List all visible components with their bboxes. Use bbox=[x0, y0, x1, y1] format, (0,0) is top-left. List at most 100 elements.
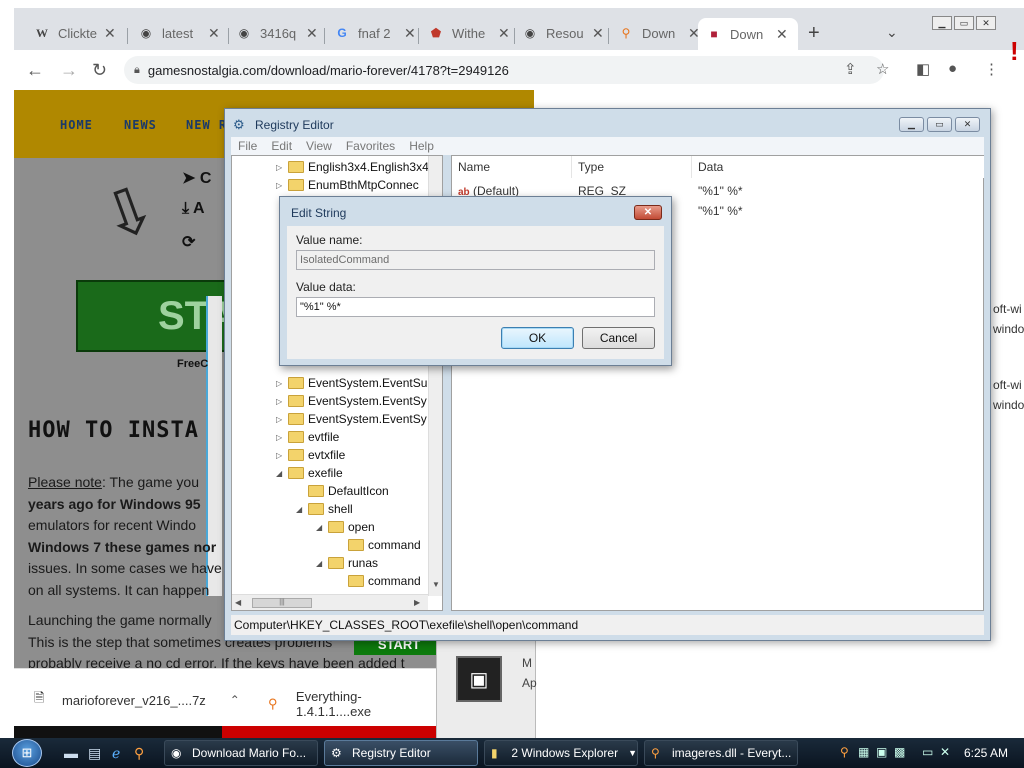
expand-arrow-icon[interactable]: ▷ bbox=[276, 451, 288, 460]
show-desktop-icon[interactable]: ▬ bbox=[64, 745, 78, 761]
tab-search-icon[interactable]: ⌄ bbox=[886, 24, 898, 41]
bookmark-star-icon[interactable]: ☆ bbox=[876, 60, 889, 78]
collapse-arrow-icon[interactable]: ◢ bbox=[316, 559, 328, 568]
monitor-icon[interactable]: ▭ bbox=[922, 745, 933, 759]
taskbar-item-everything[interactable]: ⚲ imageres.dll - Everyt... bbox=[644, 740, 798, 766]
start-orb-icon[interactable]: ⊞ bbox=[12, 739, 42, 767]
scroll-left-arrow-icon[interactable]: ◀ bbox=[235, 598, 241, 607]
menu-help[interactable]: Help bbox=[409, 139, 434, 153]
tree-item[interactable]: ▷ EventSystem.EventSu bbox=[276, 374, 427, 392]
address-bar[interactable]: 🔒︎ gamesnostalgia.com/download/mario-for… bbox=[124, 56, 884, 84]
browser-tab-8[interactable]: ■ Down ✕ bbox=[698, 18, 798, 50]
expand-arrow-icon[interactable]: ▷ bbox=[276, 397, 288, 406]
close-button[interactable]: ✕ bbox=[955, 117, 980, 132]
tree-item[interactable]: command bbox=[336, 536, 421, 554]
profile-avatar-icon[interactable]: ● bbox=[948, 60, 957, 77]
minimize-button[interactable]: ▁ bbox=[932, 16, 952, 30]
tree-item[interactable]: ◢ exefile bbox=[276, 464, 343, 482]
tree-item[interactable]: ◢ runas bbox=[316, 554, 378, 572]
column-header-data[interactable]: Data bbox=[692, 156, 984, 178]
value-data-field[interactable]: "%1" %* bbox=[296, 297, 655, 317]
expand-arrow-icon[interactable]: ▷ bbox=[276, 433, 288, 442]
menu-file[interactable]: File bbox=[238, 139, 257, 153]
chevron-down-icon[interactable]: ▼ bbox=[628, 748, 637, 758]
browser-tab-1[interactable]: W Clickte ✕ bbox=[26, 20, 122, 46]
browser-tab-6[interactable]: ◉ Resou ✕ bbox=[514, 20, 610, 46]
close-button[interactable]: ✕ bbox=[976, 16, 996, 30]
menu-view[interactable]: View bbox=[306, 139, 332, 153]
search-icon[interactable]: ⚲ bbox=[134, 745, 144, 762]
expand-arrow-icon[interactable]: ▷ bbox=[276, 379, 288, 388]
download-item[interactable]: 🗎 marioforever_v216_....7z ⌃ bbox=[34, 689, 240, 711]
browser-tab-7[interactable]: ⚲ Down ✕ bbox=[610, 20, 706, 46]
tree-item[interactable]: ◢ open bbox=[316, 518, 375, 536]
download-item[interactable]: ⚲ Everything-1.4.1.1....exe bbox=[268, 689, 436, 719]
close-icon[interactable]: ✕ bbox=[306, 25, 318, 42]
tree-item[interactable]: ◢ shell bbox=[296, 500, 353, 518]
close-icon[interactable]: ✕ bbox=[498, 25, 510, 42]
close-icon[interactable]: ✕ bbox=[208, 25, 220, 42]
browser-tab-5[interactable]: ⬟ Withe ✕ bbox=[420, 20, 516, 46]
everything-tray-icon[interactable]: ⚲ bbox=[840, 745, 849, 759]
network-icon[interactable]: ▦ bbox=[858, 745, 869, 759]
scrollbar-thumb[interactable]: ||| bbox=[252, 598, 312, 608]
forward-arrow-icon[interactable]: → bbox=[60, 60, 78, 81]
start-download-button[interactable]: STA bbox=[76, 280, 235, 352]
column-header-name[interactable]: Name bbox=[452, 156, 572, 178]
explorer-icon[interactable]: ▤ bbox=[88, 745, 101, 762]
close-icon[interactable]: ✕ bbox=[776, 26, 788, 43]
value-name-field[interactable]: IsolatedCommand bbox=[296, 250, 655, 270]
collapse-arrow-icon[interactable]: ◢ bbox=[316, 523, 328, 532]
device-icon[interactable]: ▣ bbox=[876, 745, 887, 759]
close-button[interactable]: ✕ bbox=[634, 205, 662, 220]
minimize-button[interactable]: ▁ bbox=[899, 117, 924, 132]
ok-button[interactable]: OK bbox=[501, 327, 574, 349]
cancel-button[interactable]: Cancel bbox=[582, 327, 655, 349]
back-arrow-icon[interactable]: ← bbox=[26, 60, 44, 81]
taskbar-item-chrome[interactable]: ◉ Download Mario Fo... bbox=[164, 740, 318, 766]
tree-item[interactable]: ▷ evtfile bbox=[276, 428, 339, 446]
scroll-right-arrow-icon[interactable]: ▶ bbox=[414, 598, 420, 607]
tree-item[interactable]: ▷ evtxfile bbox=[276, 446, 345, 464]
window-titlebar[interactable]: ⚙ Registry Editor bbox=[233, 117, 334, 133]
tree-item[interactable]: ▷ EventSystem.EventSy bbox=[276, 392, 427, 410]
tree-item[interactable]: DefaultIcon bbox=[296, 482, 389, 500]
maximize-button[interactable]: ▭ bbox=[927, 117, 952, 132]
menu-kebab-icon[interactable]: ⋮ bbox=[984, 60, 999, 78]
collapse-arrow-icon[interactable]: ◢ bbox=[276, 469, 288, 478]
tree-item[interactable]: ▷ EventSystem.EventSy bbox=[276, 410, 427, 428]
reload-icon[interactable]: ↻ bbox=[92, 60, 107, 81]
taskbar-item-regedit[interactable]: ⚙ Registry Editor bbox=[324, 740, 478, 766]
column-header-type[interactable]: Type bbox=[572, 156, 692, 178]
tray-app-icon[interactable]: ▩ bbox=[894, 745, 905, 759]
tree-item[interactable]: command bbox=[336, 572, 421, 590]
tree-horizontal-scrollbar[interactable]: ◀ ||| ▶ bbox=[232, 594, 428, 610]
share-icon[interactable]: ⇪ bbox=[844, 60, 857, 78]
close-icon[interactable]: ✕ bbox=[404, 25, 416, 42]
internet-explorer-icon[interactable]: ℯ bbox=[112, 745, 120, 762]
scroll-down-arrow-icon[interactable]: ▼ bbox=[432, 580, 440, 589]
taskbar-item-explorer[interactable]: ▮ 2 Windows Explorer ▼ bbox=[484, 740, 638, 766]
maximize-button[interactable]: ▭ bbox=[954, 16, 974, 30]
expand-arrow-icon[interactable]: ▷ bbox=[276, 163, 288, 172]
close-icon[interactable]: ✕ bbox=[592, 25, 604, 42]
browser-tab-4[interactable]: G fnaf 2 ✕ bbox=[326, 20, 422, 46]
chevron-up-icon[interactable]: ⌃ bbox=[230, 693, 240, 707]
clock[interactable]: 6:25 AM bbox=[964, 746, 1008, 760]
expand-arrow-icon[interactable]: ▷ bbox=[276, 181, 288, 190]
browser-tab-3[interactable]: ◉ 3416q ✕ bbox=[228, 20, 324, 46]
menu-edit[interactable]: Edit bbox=[271, 139, 292, 153]
nav-new-link[interactable]: NEW R bbox=[186, 118, 227, 132]
close-icon[interactable]: ✕ bbox=[104, 25, 116, 42]
menu-favorites[interactable]: Favorites bbox=[346, 139, 395, 153]
browser-tab-2[interactable]: ◉ latest ✕ bbox=[130, 20, 226, 46]
volume-muted-icon[interactable]: ✕ bbox=[940, 745, 950, 759]
side-panel-icon[interactable]: ◧ bbox=[916, 60, 930, 78]
tree-item[interactable]: ▷ EnumBthMtpConnec bbox=[276, 176, 419, 194]
collapse-arrow-icon[interactable]: ◢ bbox=[296, 505, 308, 514]
nav-news-link[interactable]: NEWS bbox=[124, 118, 157, 132]
expand-arrow-icon[interactable]: ▷ bbox=[276, 415, 288, 424]
tree-item[interactable]: ▷ English3x4.English3x4 bbox=[276, 158, 429, 176]
nav-home-link[interactable]: HOME bbox=[60, 118, 93, 132]
new-tab-button[interactable]: + bbox=[808, 22, 820, 45]
